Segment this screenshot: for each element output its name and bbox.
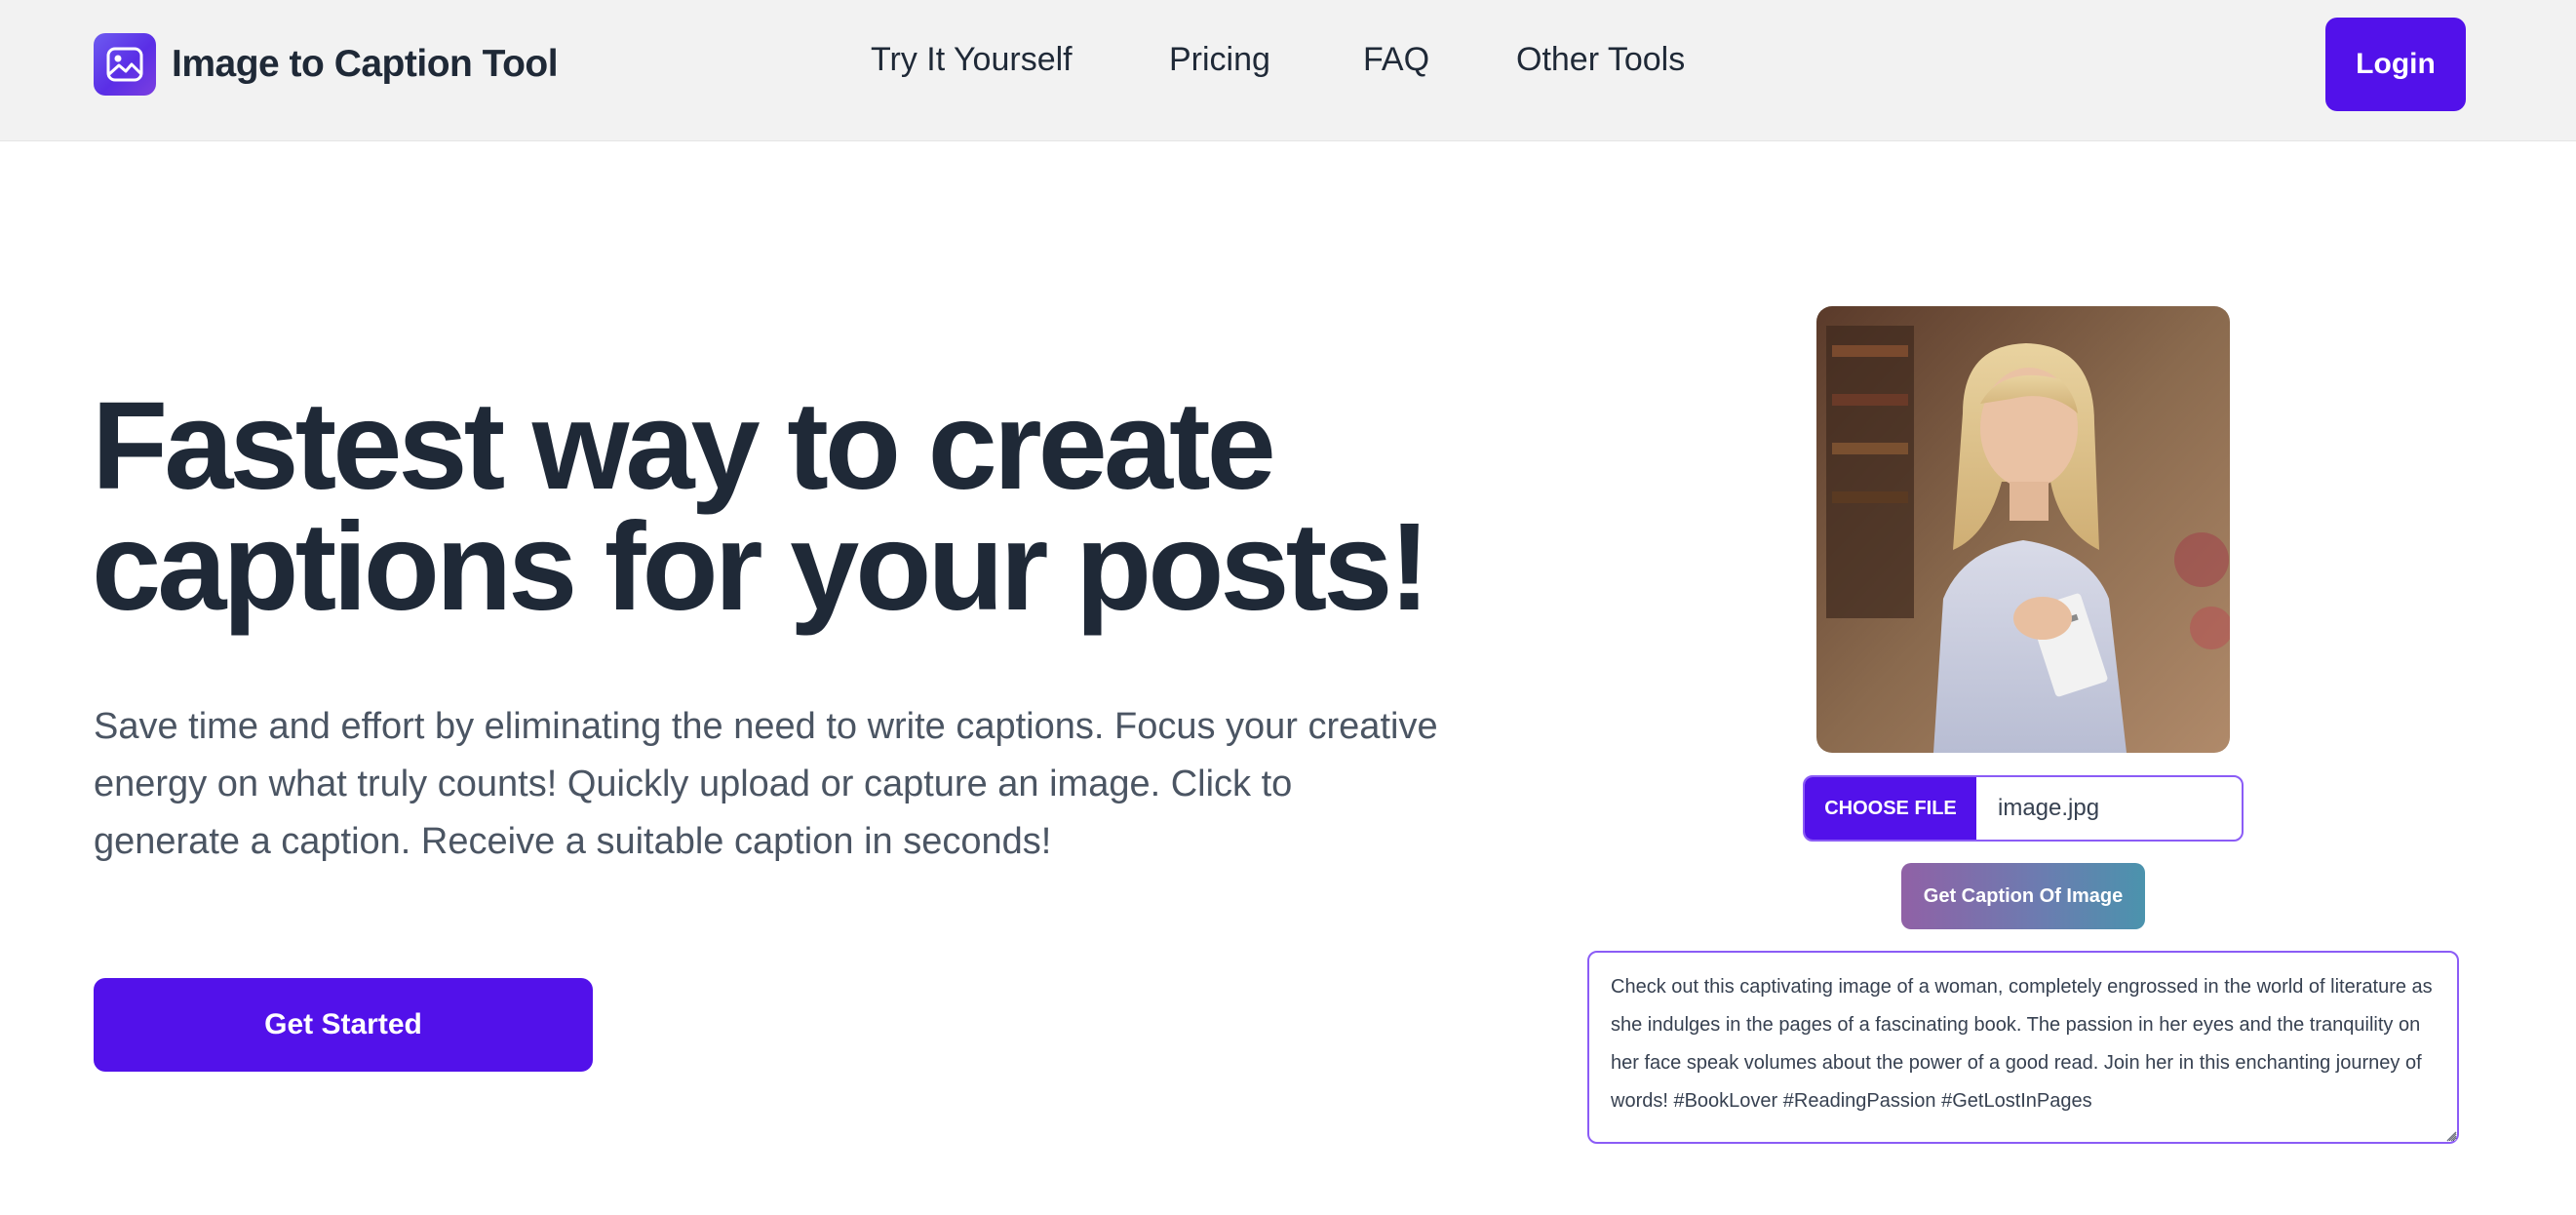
resize-handle-icon[interactable] xyxy=(2445,1130,2457,1142)
nav-faq[interactable]: FAQ xyxy=(1363,41,1429,79)
nav-other-tools[interactable]: Other Tools xyxy=(1516,41,1685,79)
top-navbar: Image to Caption Tool Try It Yourself Pr… xyxy=(0,0,2576,141)
nav-pricing[interactable]: Pricing xyxy=(1169,41,1270,79)
selected-file-name: image.jpg xyxy=(1998,795,2100,821)
brand-name: Image to Caption Tool xyxy=(172,43,559,85)
nav-try-it-yourself[interactable]: Try It Yourself xyxy=(871,41,1073,79)
file-upload-field: CHOOSE FILE image.jpg xyxy=(1803,775,2244,842)
login-button[interactable]: Login xyxy=(2325,18,2466,111)
choose-file-button[interactable]: CHOOSE FILE xyxy=(1805,777,1976,840)
hero-title: Fastest way to create captions for your … xyxy=(92,376,1430,637)
caption-output-textarea[interactable]: Check out this captivating image of a wo… xyxy=(1587,951,2459,1144)
image-icon xyxy=(94,33,156,96)
hero-subtitle: Save time and effort by eliminating the … xyxy=(94,706,1438,862)
get-caption-button[interactable]: Get Caption Of Image xyxy=(1901,863,2145,929)
brand-home-link[interactable]: Image to Caption Tool xyxy=(94,32,559,97)
get-started-button[interactable]: Get Started xyxy=(94,978,593,1072)
uploaded-image-preview xyxy=(1816,306,2230,753)
